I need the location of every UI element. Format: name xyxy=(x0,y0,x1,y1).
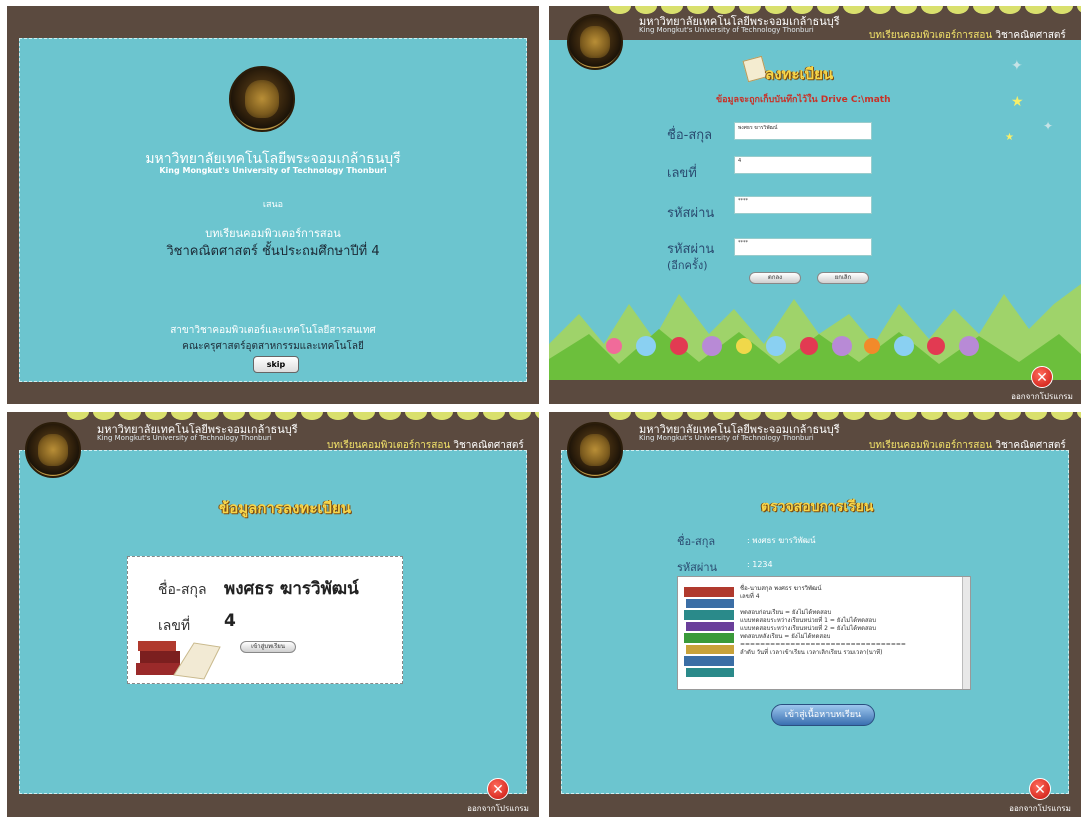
log-line: ทดสอบก่อนเรียน = ยังไม่ได้ทดสอบ xyxy=(740,609,832,616)
header-subject-label: วิชาคณิตศาสตร์ xyxy=(995,440,1066,451)
register-notice-text: ข้อมูลจะถูกเก็บบันทึกไว้ใน Drive C:\math xyxy=(716,95,891,105)
log-line: แบบทดสอบระหว่างเรียนหน่วยที่ 2 = ยังไม่ไ… xyxy=(740,625,877,632)
log-line: ลำดับ วันที่ เวลาเข้าเรียน เวลาเลิกเรียน… xyxy=(740,649,883,656)
close-icon[interactable]: ✕ xyxy=(1029,778,1051,800)
reginfo-name-value: พงศธร ฆารวิพัฒน์ xyxy=(224,579,359,599)
check-name-value: : พงศธร ฆารวิพัฒน์ xyxy=(747,536,816,545)
header-scallop-decoration xyxy=(609,412,1081,420)
reginfo-number-value: 4 xyxy=(224,611,236,631)
log-line: ชื่อ-นามสกุล พงศธร ฆารวิพัฒน์ xyxy=(740,585,822,592)
check-password-value: : 1234 xyxy=(747,560,773,569)
exit-button[interactable]: ✕ ออกจากโปรแกรม xyxy=(461,778,535,815)
flower-row-decoration xyxy=(606,336,979,356)
log-scrollbar[interactable] xyxy=(962,577,970,689)
exit-label: ออกจากโปรแกรม xyxy=(467,804,529,813)
svg-text:★: ★ xyxy=(1005,132,1014,143)
study-check-screen: มหาวิทยาลัยเทคโนโลยีพระจอมเกล้าธนบุรี Ki… xyxy=(549,412,1081,817)
register-notice: ข้อมูลจะถูกเก็บบันทึกไว้ใน Drive C:\math xyxy=(716,92,891,106)
svg-text:✦: ✦ xyxy=(1011,58,1023,74)
cancel-button[interactable]: ยกเลิก xyxy=(817,272,869,284)
study-log-text[interactable]: ชื่อ-นามสกุล พงศธร ฆารวิพัฒน์ เลขที่ 4 ท… xyxy=(740,585,958,657)
name-field[interactable]: พงศธร ฆารวิพัฒน์ xyxy=(734,122,872,140)
number-field[interactable]: 4 xyxy=(734,156,872,174)
svg-text:★: ★ xyxy=(1011,94,1024,110)
intro-faculty: คณะครุศาสตร์อุตสาหกรรมและเทคโนโลยี xyxy=(182,341,364,352)
password2-sublabel: (อีกครั้ง) xyxy=(667,259,708,272)
header-scallop-decoration xyxy=(67,412,539,420)
log-line: เลขที่ 4 xyxy=(740,593,760,600)
header-subject-label: วิชาคณิตศาสตร์ xyxy=(995,30,1066,41)
study-log-panel: ชื่อ-นามสกุล พงศธร ฆารวิพัฒน์ เลขที่ 4 ท… xyxy=(677,576,971,690)
check-password-label: รหัสผ่าน xyxy=(677,561,718,574)
intro-present: เสนอ xyxy=(262,200,284,210)
registration-info-screen: มหาวิทยาลัยเทคโนโลยีพระจอมเกล้าธนบุรี Ki… xyxy=(7,412,539,817)
header-uni-en: King Mongkut's University of Technology … xyxy=(639,26,814,34)
exit-label: ออกจากโปรแกรม xyxy=(1011,392,1073,401)
log-line: ================================= xyxy=(740,641,906,648)
register-screen: มหาวิทยาลัยเทคโนโลยีพระจอมเกล้าธนบุรี Ki… xyxy=(549,6,1081,404)
name-label: ชื่อ-สกุล xyxy=(667,128,713,143)
intro-dept: สาขาวิชาคอมพิวเตอร์และเทคโนโลยีสารสนเทศ xyxy=(170,325,376,336)
university-seal-logo xyxy=(567,14,623,70)
header-cai-label: บทเรียนคอมพิวเตอร์การสอน xyxy=(327,440,451,451)
exit-label: ออกจากโปรแกรม xyxy=(1009,804,1071,813)
enter-lesson-button[interactable]: เข้าสู่บทเรียน xyxy=(240,641,296,653)
books-stack-image xyxy=(684,587,734,677)
reginfo-name-label: ชื่อ-สกุล xyxy=(158,582,207,598)
close-icon[interactable]: ✕ xyxy=(487,778,509,800)
intro-uni-en: King Mongkut's University of Technology … xyxy=(159,166,387,175)
check-title: ตรวจสอบการเรียน xyxy=(761,499,874,515)
header-course: บทเรียนคอมพิวเตอร์การสอน วิชาคณิตศาสตร์ xyxy=(869,438,1066,453)
intro-subject: วิชาคณิตศาสตร์ ชั้นประถมศึกษาปีที่ 4 xyxy=(166,244,380,259)
ok-button[interactable]: ตกลง xyxy=(749,272,801,284)
university-seal-logo xyxy=(25,422,81,478)
exit-button[interactable]: ✕ ออกจากโปรแกรม xyxy=(1007,366,1077,403)
skip-button[interactable]: skip xyxy=(253,356,299,373)
header-uni-en: King Mongkut's University of Technology … xyxy=(639,434,814,442)
books-image xyxy=(136,641,221,680)
stars-decoration: ✦ ★ ✦ ★ xyxy=(1005,58,1053,143)
password-label: รหัสผ่าน xyxy=(667,206,715,221)
header-course: บทเรียนคอมพิวเตอร์การสอน วิชาคณิตศาสตร์ xyxy=(327,438,524,453)
number-label: เลขที่ xyxy=(667,166,697,181)
check-name-label: ชื่อ-สกุล xyxy=(677,535,716,548)
university-seal-logo xyxy=(567,422,623,478)
register-title: ลงทะเบียน xyxy=(765,65,834,83)
header-uni-en: King Mongkut's University of Technology … xyxy=(97,434,272,442)
header-course: บทเรียนคอมพิวเตอร์การสอน วิชาคณิตศาสตร์ xyxy=(869,28,1066,43)
header-cai-label: บทเรียนคอมพิวเตอร์การสอน xyxy=(869,30,993,41)
password-field[interactable]: **** xyxy=(734,196,872,214)
header-cai-label: บทเรียนคอมพิวเตอร์การสอน xyxy=(869,440,993,451)
enter-content-button[interactable]: เข้าสู่เนื้อหาบทเรียน xyxy=(771,704,875,726)
header-subject-label: วิชาคณิตศาสตร์ xyxy=(453,440,524,451)
reginfo-card: ชื่อ-สกุล พงศธร ฆารวิพัฒน์ เลขที่ 4 เข้า… xyxy=(127,556,403,684)
intro-screen: มหาวิทยาลัยเทคโนโลยีพระจอมเกล้าธนบุรี Ki… xyxy=(7,6,539,404)
log-line: ทดสอบหลังเรียน = ยังไม่ได้ทดสอบ xyxy=(740,633,831,640)
reginfo-title: ข้อมูลการลงทะเบียน xyxy=(219,499,352,517)
log-line: แบบทดสอบระหว่างเรียนหน่วยที่ 1 = ยังไม่ไ… xyxy=(740,617,877,624)
password2-field[interactable]: **** xyxy=(734,238,872,256)
exit-button[interactable]: ✕ ออกจากโปรแกรม xyxy=(1003,778,1077,815)
svg-text:✦: ✦ xyxy=(1043,119,1053,133)
university-seal-logo xyxy=(229,66,295,132)
close-icon[interactable]: ✕ xyxy=(1031,366,1053,388)
